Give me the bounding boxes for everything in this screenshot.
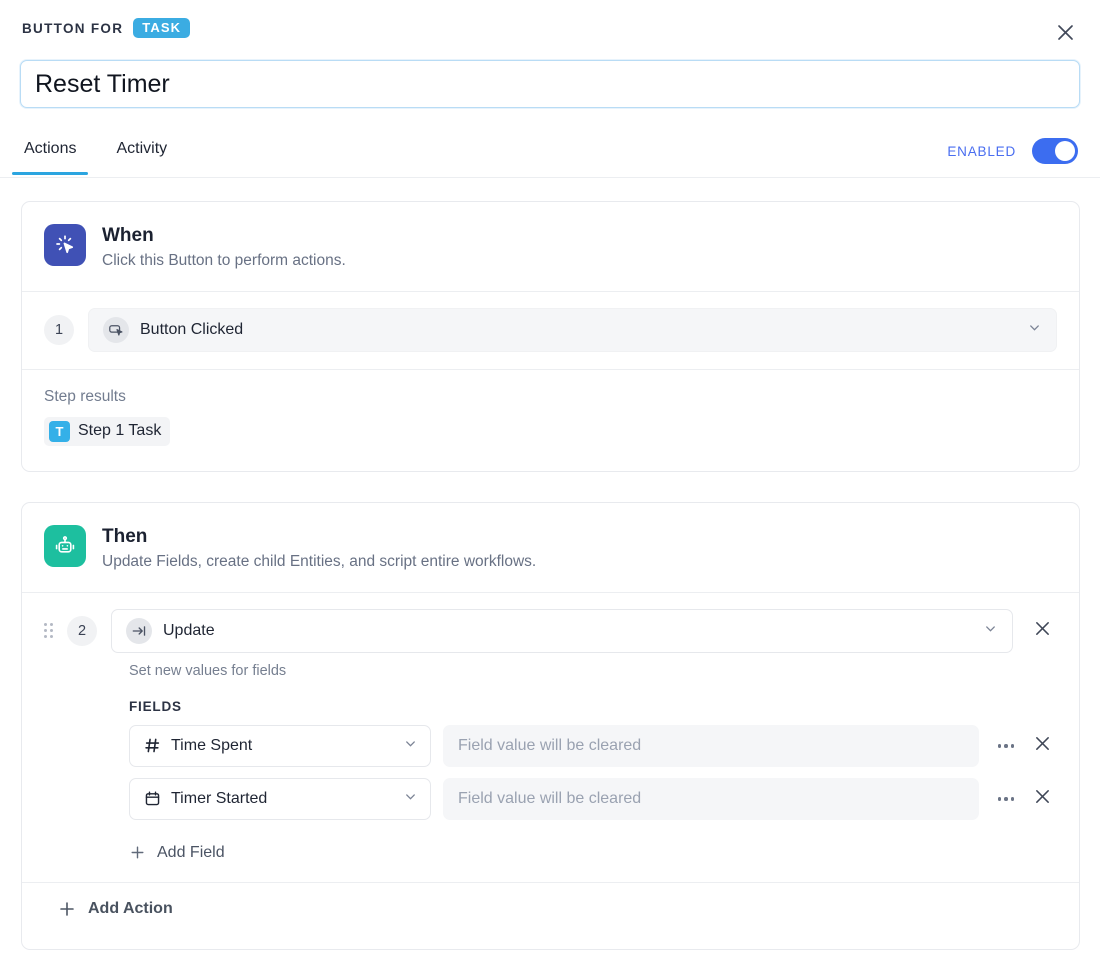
close-icon — [1034, 788, 1051, 810]
plus-icon — [129, 844, 146, 861]
ellipsis-icon — [998, 744, 1015, 748]
when-card-header: When Click this Button to perform action… — [22, 202, 1079, 291]
chevron-down-icon[interactable] — [983, 621, 998, 641]
action-type-select[interactable]: Update — [111, 609, 1013, 653]
button-editor-panel: BUTTON FOR TASK Actions Activity ENABLED — [0, 0, 1100, 958]
button-name-input[interactable] — [20, 60, 1080, 108]
enabled-label: ENABLED — [947, 144, 1016, 159]
action-row: 2 Update — [22, 593, 1079, 653]
panel-header: BUTTON FOR TASK — [0, 0, 1100, 56]
when-card: When Click this Button to perform action… — [21, 201, 1080, 472]
when-card-text: When Click this Button to perform action… — [102, 224, 346, 271]
step-result-chip[interactable]: T Step 1 Task — [44, 417, 170, 446]
field-menu-button[interactable] — [991, 784, 1021, 814]
step-result-chip-label: Step 1 Task — [78, 422, 161, 440]
cursor-click-burst-icon — [44, 224, 86, 266]
entity-type-badge: TASK — [133, 18, 190, 38]
field-menu-button[interactable] — [991, 731, 1021, 761]
when-step-row: 1 Button Clicked — [22, 292, 1079, 369]
toggle-knob — [1055, 141, 1075, 161]
then-card-text: Then Update Fields, create child Entitie… — [102, 525, 536, 572]
remove-field-button[interactable] — [1027, 731, 1057, 761]
remove-action-button[interactable] — [1027, 616, 1057, 646]
action-number-badge: 2 — [67, 616, 97, 646]
field-select-time-spent[interactable]: Time Spent — [129, 725, 431, 767]
chevron-down-icon[interactable] — [403, 736, 418, 756]
close-icon — [1034, 735, 1051, 757]
tab-activity[interactable]: Activity — [114, 126, 169, 174]
fields-section-label: FIELDS — [129, 699, 1057, 714]
trigger-label: Button Clicked — [140, 321, 243, 339]
enabled-toggle[interactable] — [1032, 138, 1078, 164]
tab-actions[interactable]: Actions — [22, 126, 78, 174]
breadcrumb-label: BUTTON FOR — [22, 21, 123, 36]
field-name-label: Timer Started — [171, 790, 267, 808]
button-name-field-wrap — [20, 60, 1080, 108]
calendar-date-icon — [142, 790, 162, 807]
close-icon — [1034, 620, 1051, 642]
plus-icon — [58, 900, 76, 918]
then-card: Then Update Fields, create child Entitie… — [21, 502, 1080, 950]
remove-field-button[interactable] — [1027, 784, 1057, 814]
when-title: When — [102, 224, 346, 248]
action-description: Set new values for fields — [129, 663, 1057, 679]
enabled-toggle-group: ENABLED — [947, 126, 1078, 164]
field-name-label: Time Spent — [171, 737, 252, 755]
field-row: Timer Started — [129, 778, 1057, 820]
close-panel-button[interactable] — [1050, 17, 1080, 47]
field-value-input[interactable] — [443, 725, 979, 767]
field-row: Time Spent — [129, 725, 1057, 767]
chevron-down-icon[interactable] — [1027, 320, 1042, 340]
robot-icon — [44, 525, 86, 567]
field-select-timer-started[interactable]: Timer Started — [129, 778, 431, 820]
button-click-icon — [103, 317, 129, 343]
step-results-section: Step results T Step 1 Task — [22, 370, 1079, 468]
action-body: Set new values for fields FIELDS Time Sp… — [22, 653, 1079, 882]
task-type-icon: T — [49, 421, 70, 442]
add-field-label: Add Field — [157, 844, 225, 862]
drag-handle-icon[interactable] — [44, 623, 56, 638]
action-type-label: Update — [163, 622, 215, 640]
arrow-to-bar-icon — [126, 618, 152, 644]
add-action-label: Add Action — [88, 900, 173, 918]
tab-bar: Actions Activity ENABLED — [0, 126, 1100, 178]
add-field-button[interactable]: Add Field — [129, 836, 225, 882]
field-value-input[interactable] — [443, 778, 979, 820]
close-icon — [1056, 23, 1075, 42]
ellipsis-icon — [998, 797, 1015, 801]
hash-number-icon — [142, 737, 162, 754]
trigger-select[interactable]: Button Clicked — [88, 308, 1057, 352]
then-title: Then — [102, 525, 536, 549]
then-card-header: Then Update Fields, create child Entitie… — [22, 503, 1079, 592]
chevron-down-icon[interactable] — [403, 789, 418, 809]
then-subtitle: Update Fields, create child Entities, an… — [102, 552, 536, 572]
step-number-badge: 1 — [44, 315, 74, 345]
add-action-button[interactable]: Add Action — [22, 883, 1079, 935]
tab-activity-label: Activity — [116, 140, 167, 157]
tab-actions-label: Actions — [24, 140, 76, 157]
step-results-label: Step results — [44, 388, 1057, 406]
when-subtitle: Click this Button to perform actions. — [102, 251, 346, 271]
